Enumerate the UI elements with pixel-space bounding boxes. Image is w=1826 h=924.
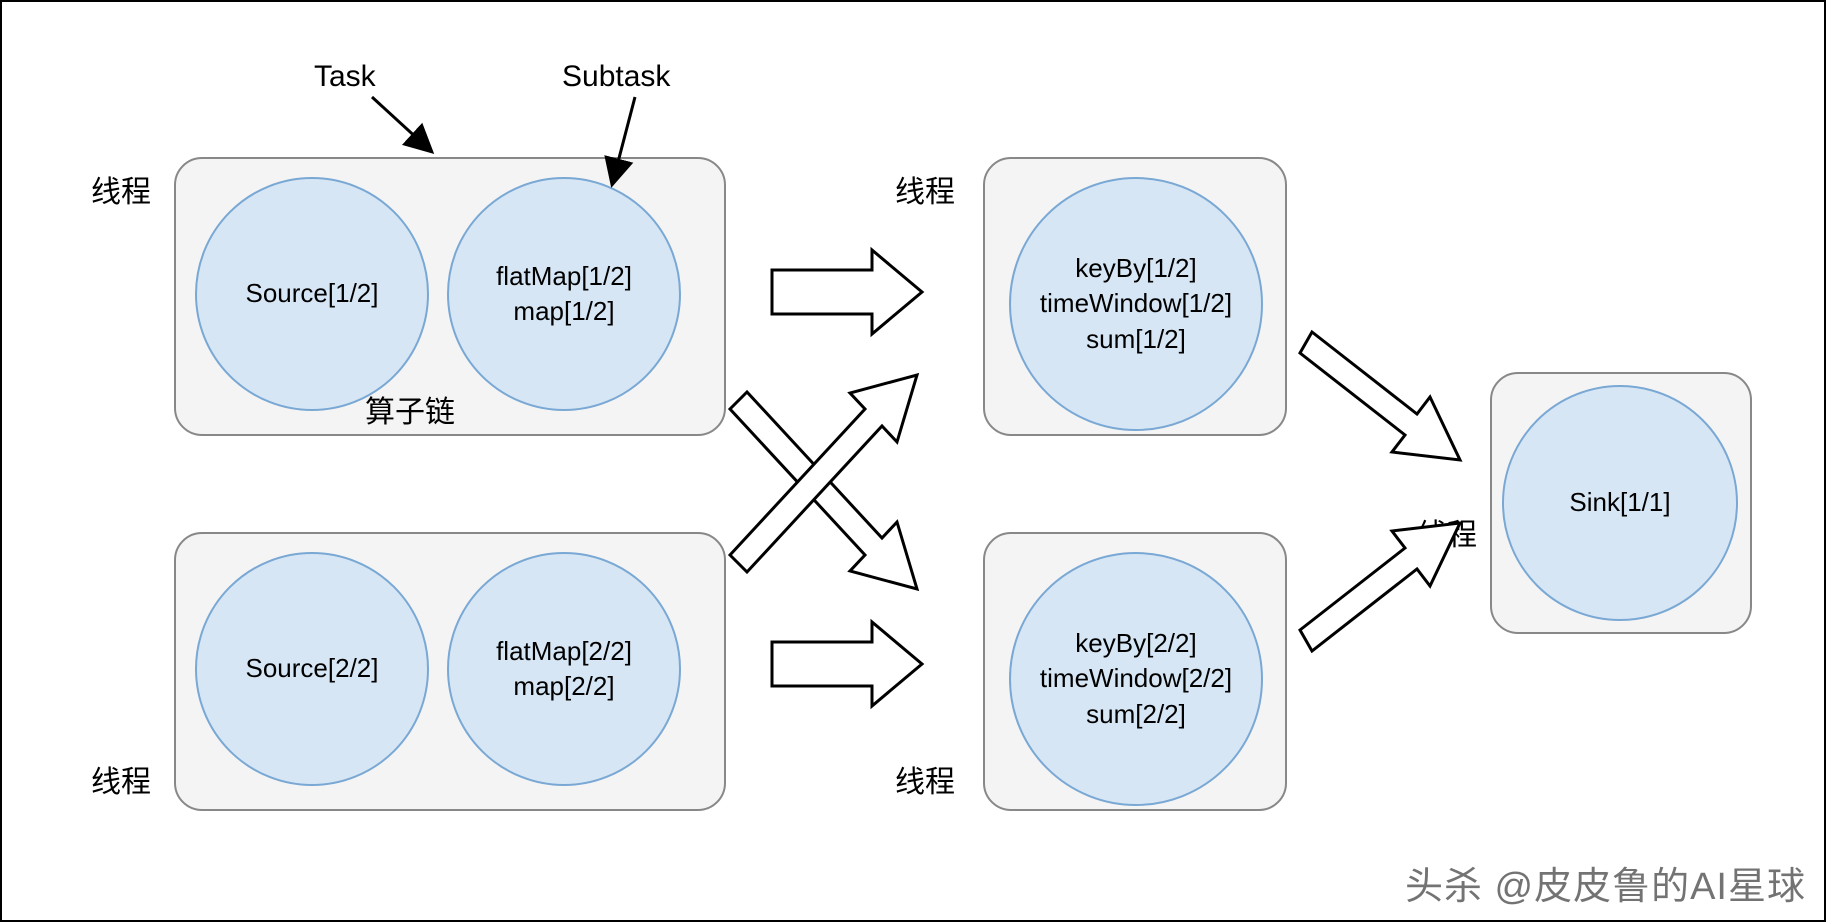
arrow-3 xyxy=(730,392,917,589)
sink-circle: Sink[1/1] xyxy=(1502,385,1738,621)
source-1-circle: Source[1/2] xyxy=(195,177,429,411)
thread-label-1: 线程 xyxy=(91,167,151,211)
operator-chain-label: 算子链 xyxy=(365,387,455,431)
flatmap-2-line1: flatMap[2/2] xyxy=(496,634,632,669)
flatmap-2-circle: flatMap[2/2] map[2/2] xyxy=(447,552,681,786)
flatmap-2-line2: map[2/2] xyxy=(513,669,614,704)
diagram-canvas: 线程 算子链 Source[1/2] flatMap[1/2] map[1/2]… xyxy=(0,0,1826,922)
keyby-1-line2: timeWindow[1/2] xyxy=(1040,286,1232,321)
thread-label-5: 线程 xyxy=(1417,510,1477,554)
keyby-1-line3: sum[1/2] xyxy=(1086,322,1186,357)
flatmap-1-circle: flatMap[1/2] map[1/2] xyxy=(447,177,681,411)
keyby-2-line1: keyBy[2/2] xyxy=(1075,626,1196,661)
keyby-2-line3: sum[2/2] xyxy=(1086,697,1186,732)
keyby-1-circle: keyBy[1/2] timeWindow[1/2] sum[1/2] xyxy=(1009,177,1263,431)
flatmap-1-line1: flatMap[1/2] xyxy=(496,259,632,294)
source-1-text: Source[1/2] xyxy=(246,276,379,311)
source-2-circle: Source[2/2] xyxy=(195,552,429,786)
thread-label-2: 线程 xyxy=(91,757,151,801)
task-label: Task xyxy=(314,60,376,94)
keyby-1-line1: keyBy[1/2] xyxy=(1075,251,1196,286)
arrow-4 xyxy=(730,375,917,572)
flatmap-1-line2: map[1/2] xyxy=(513,294,614,329)
keyby-2-circle: keyBy[2/2] timeWindow[2/2] sum[2/2] xyxy=(1009,552,1263,806)
source-2-text: Source[2/2] xyxy=(246,651,379,686)
watermark-text: 头杀 @皮皮鲁的AI星球 xyxy=(1405,855,1806,910)
arrow-2 xyxy=(772,622,922,706)
keyby-2-line2: timeWindow[2/2] xyxy=(1040,661,1232,696)
sink-text: Sink[1/1] xyxy=(1569,485,1670,520)
subtask-label: Subtask xyxy=(562,60,670,94)
arrow-1 xyxy=(772,250,922,334)
thread-label-3: 线程 xyxy=(895,167,955,211)
arrow-5 xyxy=(1300,332,1460,460)
thread-label-4: 线程 xyxy=(895,757,955,801)
